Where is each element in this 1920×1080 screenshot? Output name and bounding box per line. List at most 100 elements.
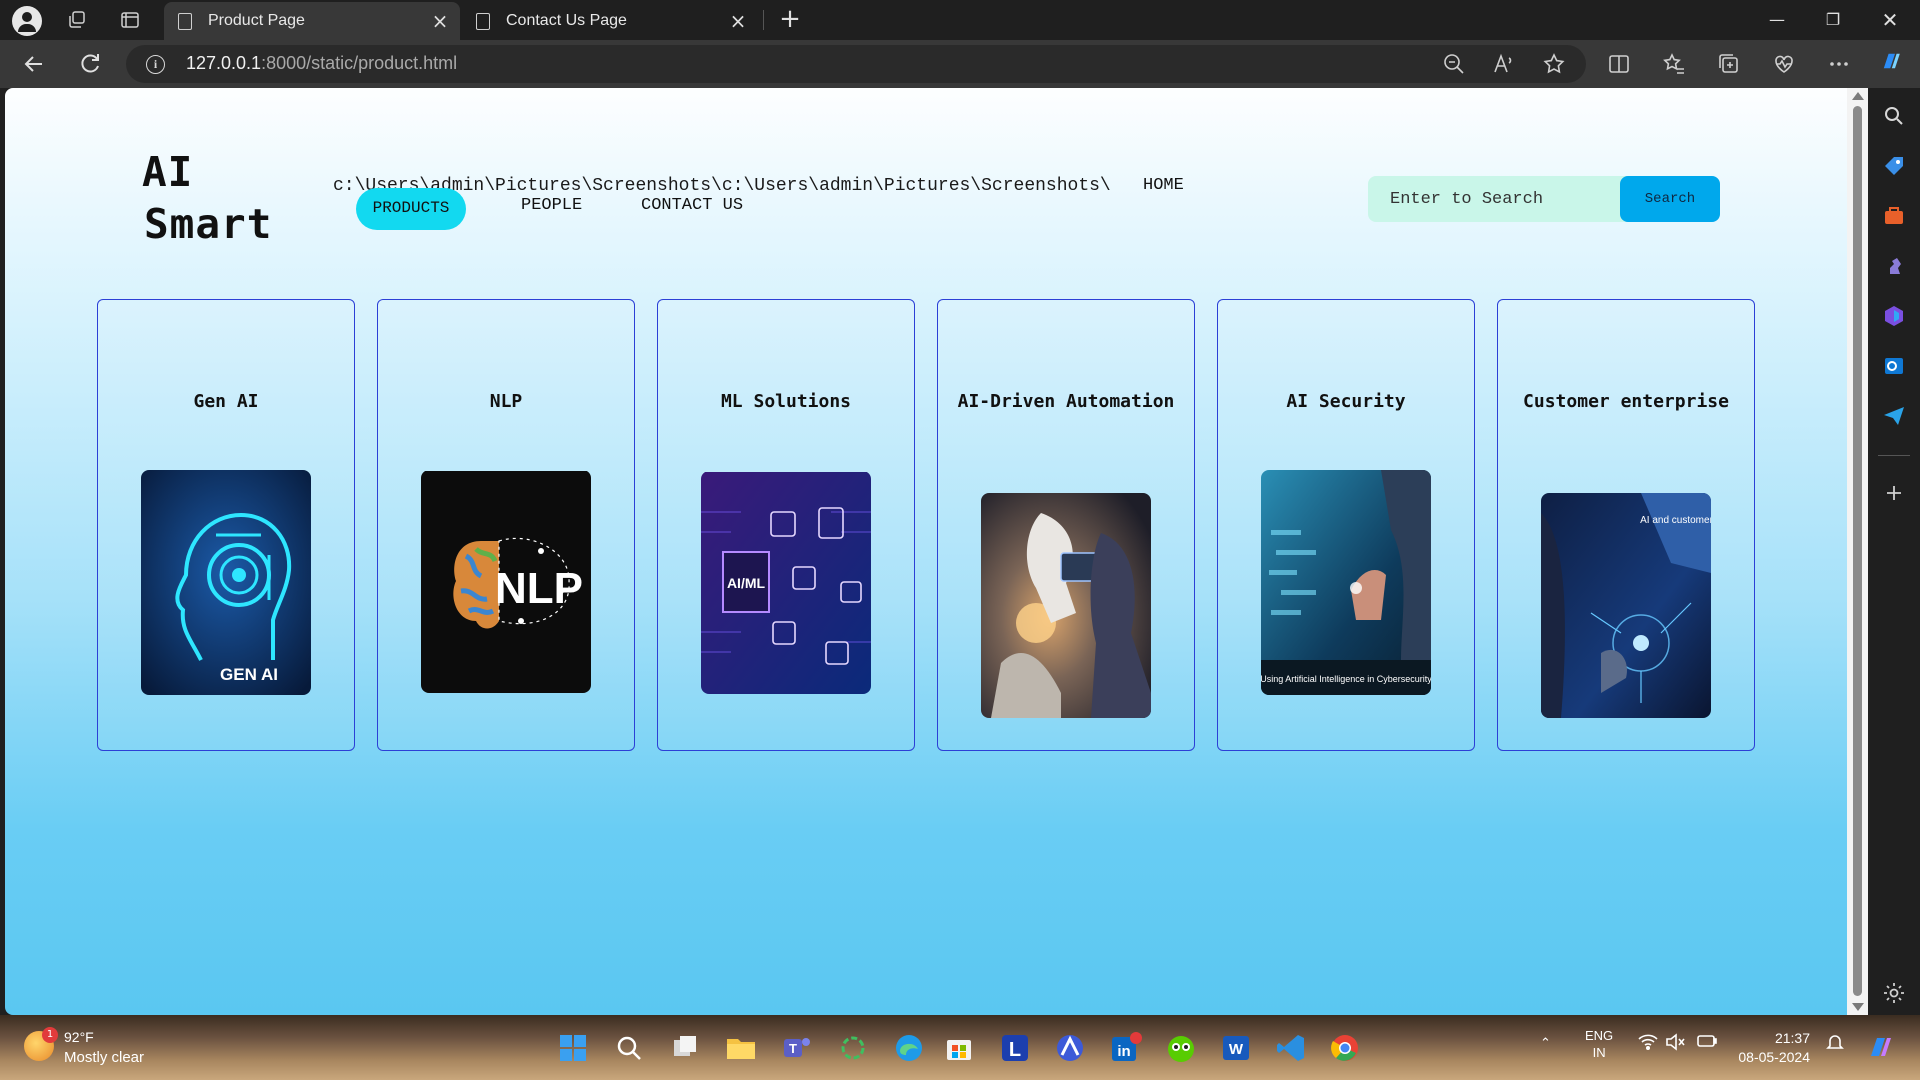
more-options-icon[interactable] bbox=[1827, 52, 1851, 76]
vscode-icon[interactable] bbox=[1274, 1031, 1308, 1065]
logo-line-1: AI bbox=[142, 148, 194, 196]
clock-date: 08-05-2024 bbox=[1738, 1049, 1810, 1065]
edge-browser-icon[interactable] bbox=[892, 1031, 926, 1065]
tab-strip: Product Page × Contact Us Page × + — ❐ ✕ bbox=[0, 0, 1920, 40]
search-button[interactable]: Search bbox=[1620, 176, 1720, 222]
chrome-icon[interactable] bbox=[1328, 1031, 1362, 1065]
workspaces-icon[interactable] bbox=[67, 10, 87, 30]
image-caption: AI and customers bbox=[1640, 515, 1711, 526]
teams-icon[interactable]: T bbox=[780, 1031, 814, 1065]
new-tab-icon[interactable]: + bbox=[776, 6, 804, 34]
refresh-icon[interactable] bbox=[76, 50, 104, 78]
tab-title: Product Page bbox=[208, 12, 305, 29]
image-caption: NLP bbox=[495, 564, 583, 613]
l-app-icon[interactable]: L bbox=[998, 1031, 1032, 1065]
image-caption: AI/ML bbox=[727, 575, 766, 591]
notification-badge: 1 bbox=[42, 1027, 58, 1043]
minimize-icon[interactable]: — bbox=[1763, 6, 1791, 34]
nav-people-link[interactable]: PEOPLE bbox=[521, 196, 582, 215]
arc-app-icon[interactable] bbox=[1053, 1031, 1087, 1065]
tools-briefcase-icon[interactable] bbox=[1882, 204, 1906, 228]
volume-muted-icon[interactable] bbox=[1665, 1033, 1685, 1054]
sidebar-divider bbox=[1878, 455, 1910, 456]
search-icon[interactable] bbox=[1882, 104, 1906, 128]
search-input[interactable] bbox=[1368, 176, 1628, 222]
microsoft-365-icon[interactable] bbox=[1882, 304, 1906, 328]
copilot-taskbar-icon[interactable] bbox=[1864, 1030, 1898, 1064]
games-chess-icon[interactable] bbox=[1882, 254, 1906, 278]
file-explorer-icon[interactable] bbox=[724, 1031, 758, 1065]
nlp-brain-image: NLP bbox=[421, 470, 591, 693]
product-card-nlp[interactable]: NLP NLP bbox=[377, 299, 635, 751]
document-icon bbox=[178, 12, 192, 30]
product-card-ai-security[interactable]: AI Security Using Artificial Intelligenc… bbox=[1217, 299, 1475, 751]
notification-bell-icon[interactable] bbox=[1826, 1033, 1844, 1054]
card-title: Customer enterprise bbox=[1523, 391, 1729, 412]
tab-actions-icon[interactable] bbox=[120, 10, 140, 30]
duolingo-icon[interactable] bbox=[1164, 1031, 1198, 1065]
read-aloud-icon[interactable] bbox=[1492, 52, 1516, 76]
nav-contact-us-link[interactable]: CONTACT US bbox=[641, 196, 743, 215]
tab-contact-us-page[interactable]: Contact Us Page × bbox=[462, 2, 758, 40]
robot-automation-image bbox=[981, 493, 1151, 718]
card-title: AI-Driven Automation bbox=[957, 391, 1175, 412]
zoom-out-icon[interactable] bbox=[1442, 52, 1466, 76]
product-card-gen-ai[interactable]: Gen AI GEN AI bbox=[97, 299, 355, 751]
scroll-down-arrow-icon[interactable] bbox=[1852, 1003, 1864, 1011]
outlook-icon[interactable] bbox=[1882, 354, 1906, 378]
nav-products-link[interactable]: PRODUCTS bbox=[356, 188, 466, 230]
add-icon[interactable] bbox=[1882, 481, 1906, 505]
task-view-icon[interactable] bbox=[668, 1031, 702, 1065]
profile-avatar-icon[interactable] bbox=[12, 6, 42, 36]
close-tab-icon[interactable]: × bbox=[728, 11, 748, 31]
ml-circuit-image: AI/ML bbox=[701, 471, 871, 694]
favorites-icon[interactable] bbox=[1662, 52, 1686, 76]
svg-text:T: T bbox=[789, 1041, 797, 1056]
tab-product-page[interactable]: Product Page × bbox=[164, 2, 460, 40]
back-arrow-icon[interactable] bbox=[20, 50, 48, 78]
settings-gear-icon[interactable] bbox=[1882, 981, 1906, 1005]
card-title: NLP bbox=[489, 391, 523, 412]
windows-start-icon[interactable] bbox=[556, 1031, 590, 1065]
language-indicator[interactable]: ENG IN bbox=[1585, 1027, 1613, 1061]
refresh-app-icon[interactable] bbox=[836, 1031, 870, 1065]
site-info-icon[interactable]: i bbox=[146, 55, 165, 74]
scrollbar-thumb[interactable] bbox=[1853, 106, 1862, 996]
close-tab-icon[interactable]: × bbox=[430, 11, 450, 31]
shopping-tag-icon[interactable] bbox=[1882, 154, 1906, 178]
site-logo[interactable]: AI Smart bbox=[142, 146, 272, 250]
tab-title: Contact Us Page bbox=[506, 12, 627, 29]
split-screen-icon[interactable] bbox=[1607, 52, 1631, 76]
windows-taskbar: 1 92°F Mostly clear T L in W ⌃ ENG IN 21… bbox=[0, 1015, 1920, 1080]
nav-home-link[interactable]: HOME bbox=[1143, 176, 1184, 195]
web-page: AI Smart c:\Users\admin\Pictures\Screens… bbox=[5, 88, 1847, 1015]
customer-enterprise-image: AI and customers bbox=[1541, 493, 1711, 718]
battery-icon[interactable] bbox=[1697, 1034, 1717, 1051]
word-icon[interactable]: W bbox=[1219, 1031, 1253, 1065]
microsoft-store-icon[interactable] bbox=[942, 1031, 976, 1065]
address-bar[interactable]: i 127.0.0.1:8000/static/product.html bbox=[126, 45, 1586, 83]
restore-icon[interactable]: ❐ bbox=[1819, 6, 1847, 34]
wifi-icon[interactable] bbox=[1638, 1033, 1658, 1054]
collections-icon[interactable] bbox=[1717, 52, 1741, 76]
gen-ai-head-image: GEN AI bbox=[141, 470, 311, 695]
send-telegram-icon[interactable] bbox=[1882, 404, 1906, 428]
close-window-icon[interactable]: ✕ bbox=[1876, 6, 1904, 34]
search-icon[interactable] bbox=[612, 1031, 646, 1065]
card-title: AI Security bbox=[1286, 391, 1406, 412]
page-scrollbar[interactable] bbox=[1847, 88, 1868, 1015]
browser-essentials-icon[interactable] bbox=[1772, 52, 1796, 76]
system-clock[interactable]: 21:37 08-05-2024 bbox=[1738, 1029, 1810, 1067]
favorite-star-icon[interactable] bbox=[1542, 52, 1566, 76]
document-icon bbox=[476, 12, 490, 30]
product-card-customer-enterprise[interactable]: Customer enterprise AI and customers bbox=[1497, 299, 1755, 751]
image-caption: GEN AI bbox=[220, 665, 278, 684]
product-card-ml-solutions[interactable]: ML Solutions AI/ML bbox=[657, 299, 915, 751]
url-text[interactable]: 127.0.0.1:8000/static/product.html bbox=[186, 53, 457, 74]
linkedin-icon[interactable]: in bbox=[1108, 1031, 1142, 1065]
copilot-icon[interactable] bbox=[1879, 49, 1909, 79]
scroll-up-arrow-icon[interactable] bbox=[1852, 92, 1864, 100]
product-card-ai-driven-automation[interactable]: AI-Driven Automation bbox=[937, 299, 1195, 751]
language-code: ENG bbox=[1585, 1028, 1614, 1043]
show-hidden-icons-icon[interactable]: ⌃ bbox=[1540, 1035, 1551, 1051]
